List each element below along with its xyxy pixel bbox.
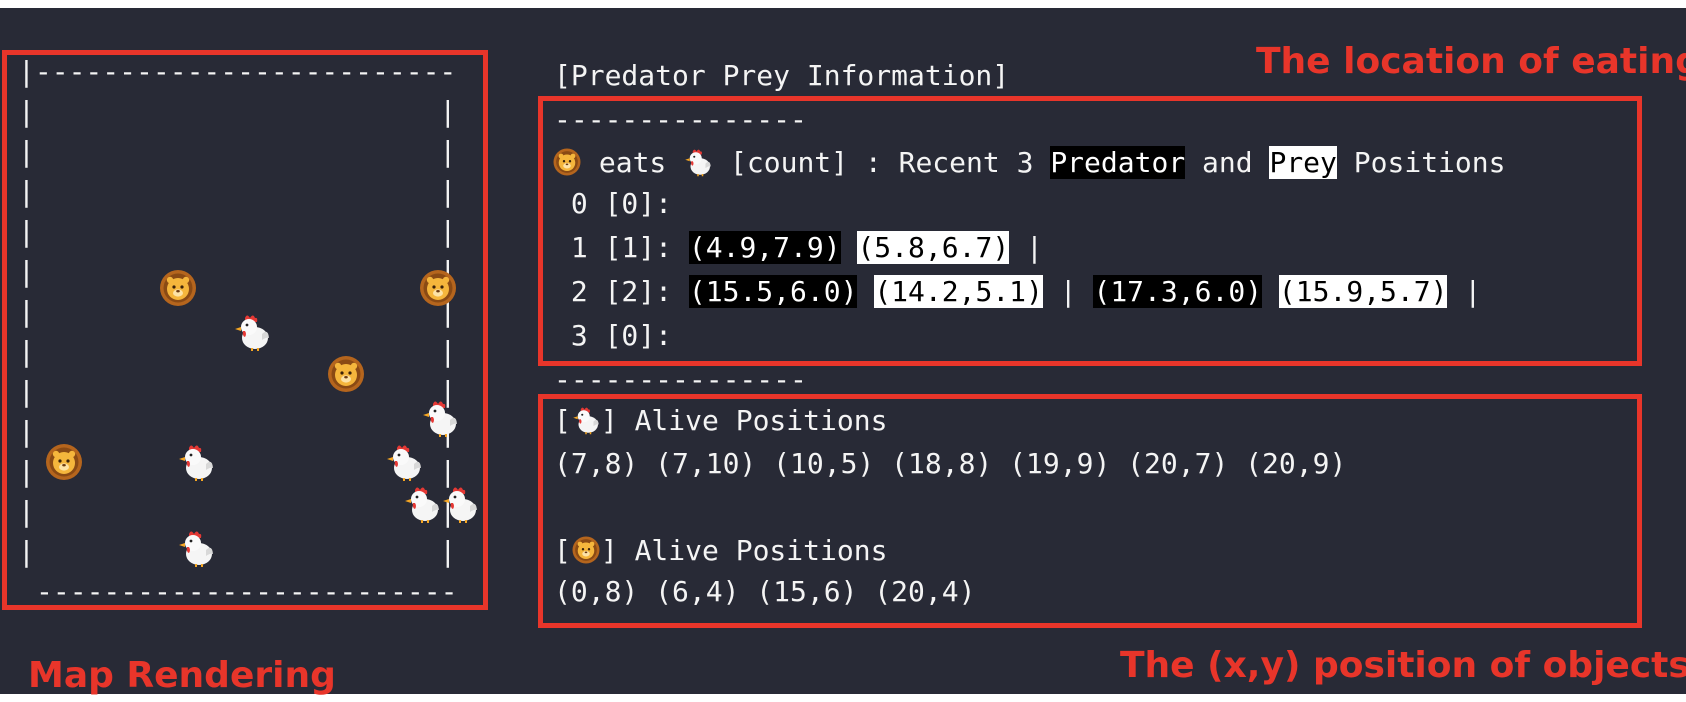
map-row: | | — [18, 535, 457, 568]
predator-alive-header: [] Alive Positions — [554, 534, 888, 567]
divider: --------------- — [554, 103, 807, 136]
map-row: | | — [18, 255, 457, 288]
lion-icon — [326, 354, 366, 394]
xy-position-label: The (x,y) position of objects — [1120, 645, 1686, 686]
map-bottom-border: ------------------------- — [36, 575, 458, 608]
predator-position: (15.5,6.0) — [688, 275, 858, 308]
chicken-icon — [420, 398, 460, 438]
map-row: | | — [18, 215, 457, 248]
predator-position: (17.3,6.0) — [1093, 275, 1263, 308]
map-row: | | — [18, 495, 457, 528]
lion-icon — [571, 535, 601, 565]
predator-legend: Predator — [1050, 146, 1186, 179]
prey-alive-header: [] Alive Positions — [554, 404, 888, 437]
prey-position: (14.2,5.1) — [874, 275, 1043, 308]
chicken-icon — [440, 484, 480, 524]
predator-alive-positions: (0,8) (6,4) (15,6) (20,4) — [554, 575, 976, 608]
map-row: | | — [18, 375, 457, 408]
lion-icon — [552, 147, 582, 177]
map-row: | | — [18, 95, 457, 128]
chicken-icon — [384, 442, 424, 482]
lion-icon — [158, 268, 198, 308]
chicken-icon — [232, 312, 272, 352]
map-top-border: |------------------------- — [18, 55, 457, 88]
info-header: [Predator Prey Information] — [554, 59, 1010, 92]
map-row: | | — [18, 175, 457, 208]
prey-alive-positions: (7,8) (7,10) (10,5) (18,8) (19,9) (20,7)… — [554, 447, 1347, 480]
eats-legend-line: eats [count] : Recent 3 Predator and Pre… — [552, 146, 1505, 179]
chicken-icon — [571, 405, 601, 435]
map-rendering-label: Map Rendering — [28, 655, 336, 696]
prey-position: (5.8,6.7) — [857, 231, 1010, 264]
divider: --------------- — [554, 363, 807, 396]
prey-position: (15.9,5.7) — [1278, 275, 1448, 308]
lion-icon — [44, 442, 84, 482]
eat-record-2: 2 [2]: (15.5,6.0) (14.2,5.1) | (17.3,6.0… — [554, 275, 1482, 308]
chicken-icon — [176, 528, 216, 568]
eat-record-3: 3 [0]: — [554, 319, 673, 352]
chicken-icon — [683, 147, 713, 177]
prey-legend: Prey — [1269, 146, 1337, 179]
lion-icon — [418, 268, 458, 308]
map-row: | | — [18, 135, 457, 168]
eat-record-0: 0 [0]: — [554, 187, 673, 220]
chicken-icon — [402, 484, 442, 524]
chicken-icon — [176, 442, 216, 482]
predator-position: (4.9,7.9) — [688, 231, 841, 264]
location-of-eating-label: The location of eating — [1256, 41, 1686, 82]
eat-record-1: 1 [1]: (4.9,7.9) (5.8,6.7) | — [554, 231, 1043, 264]
